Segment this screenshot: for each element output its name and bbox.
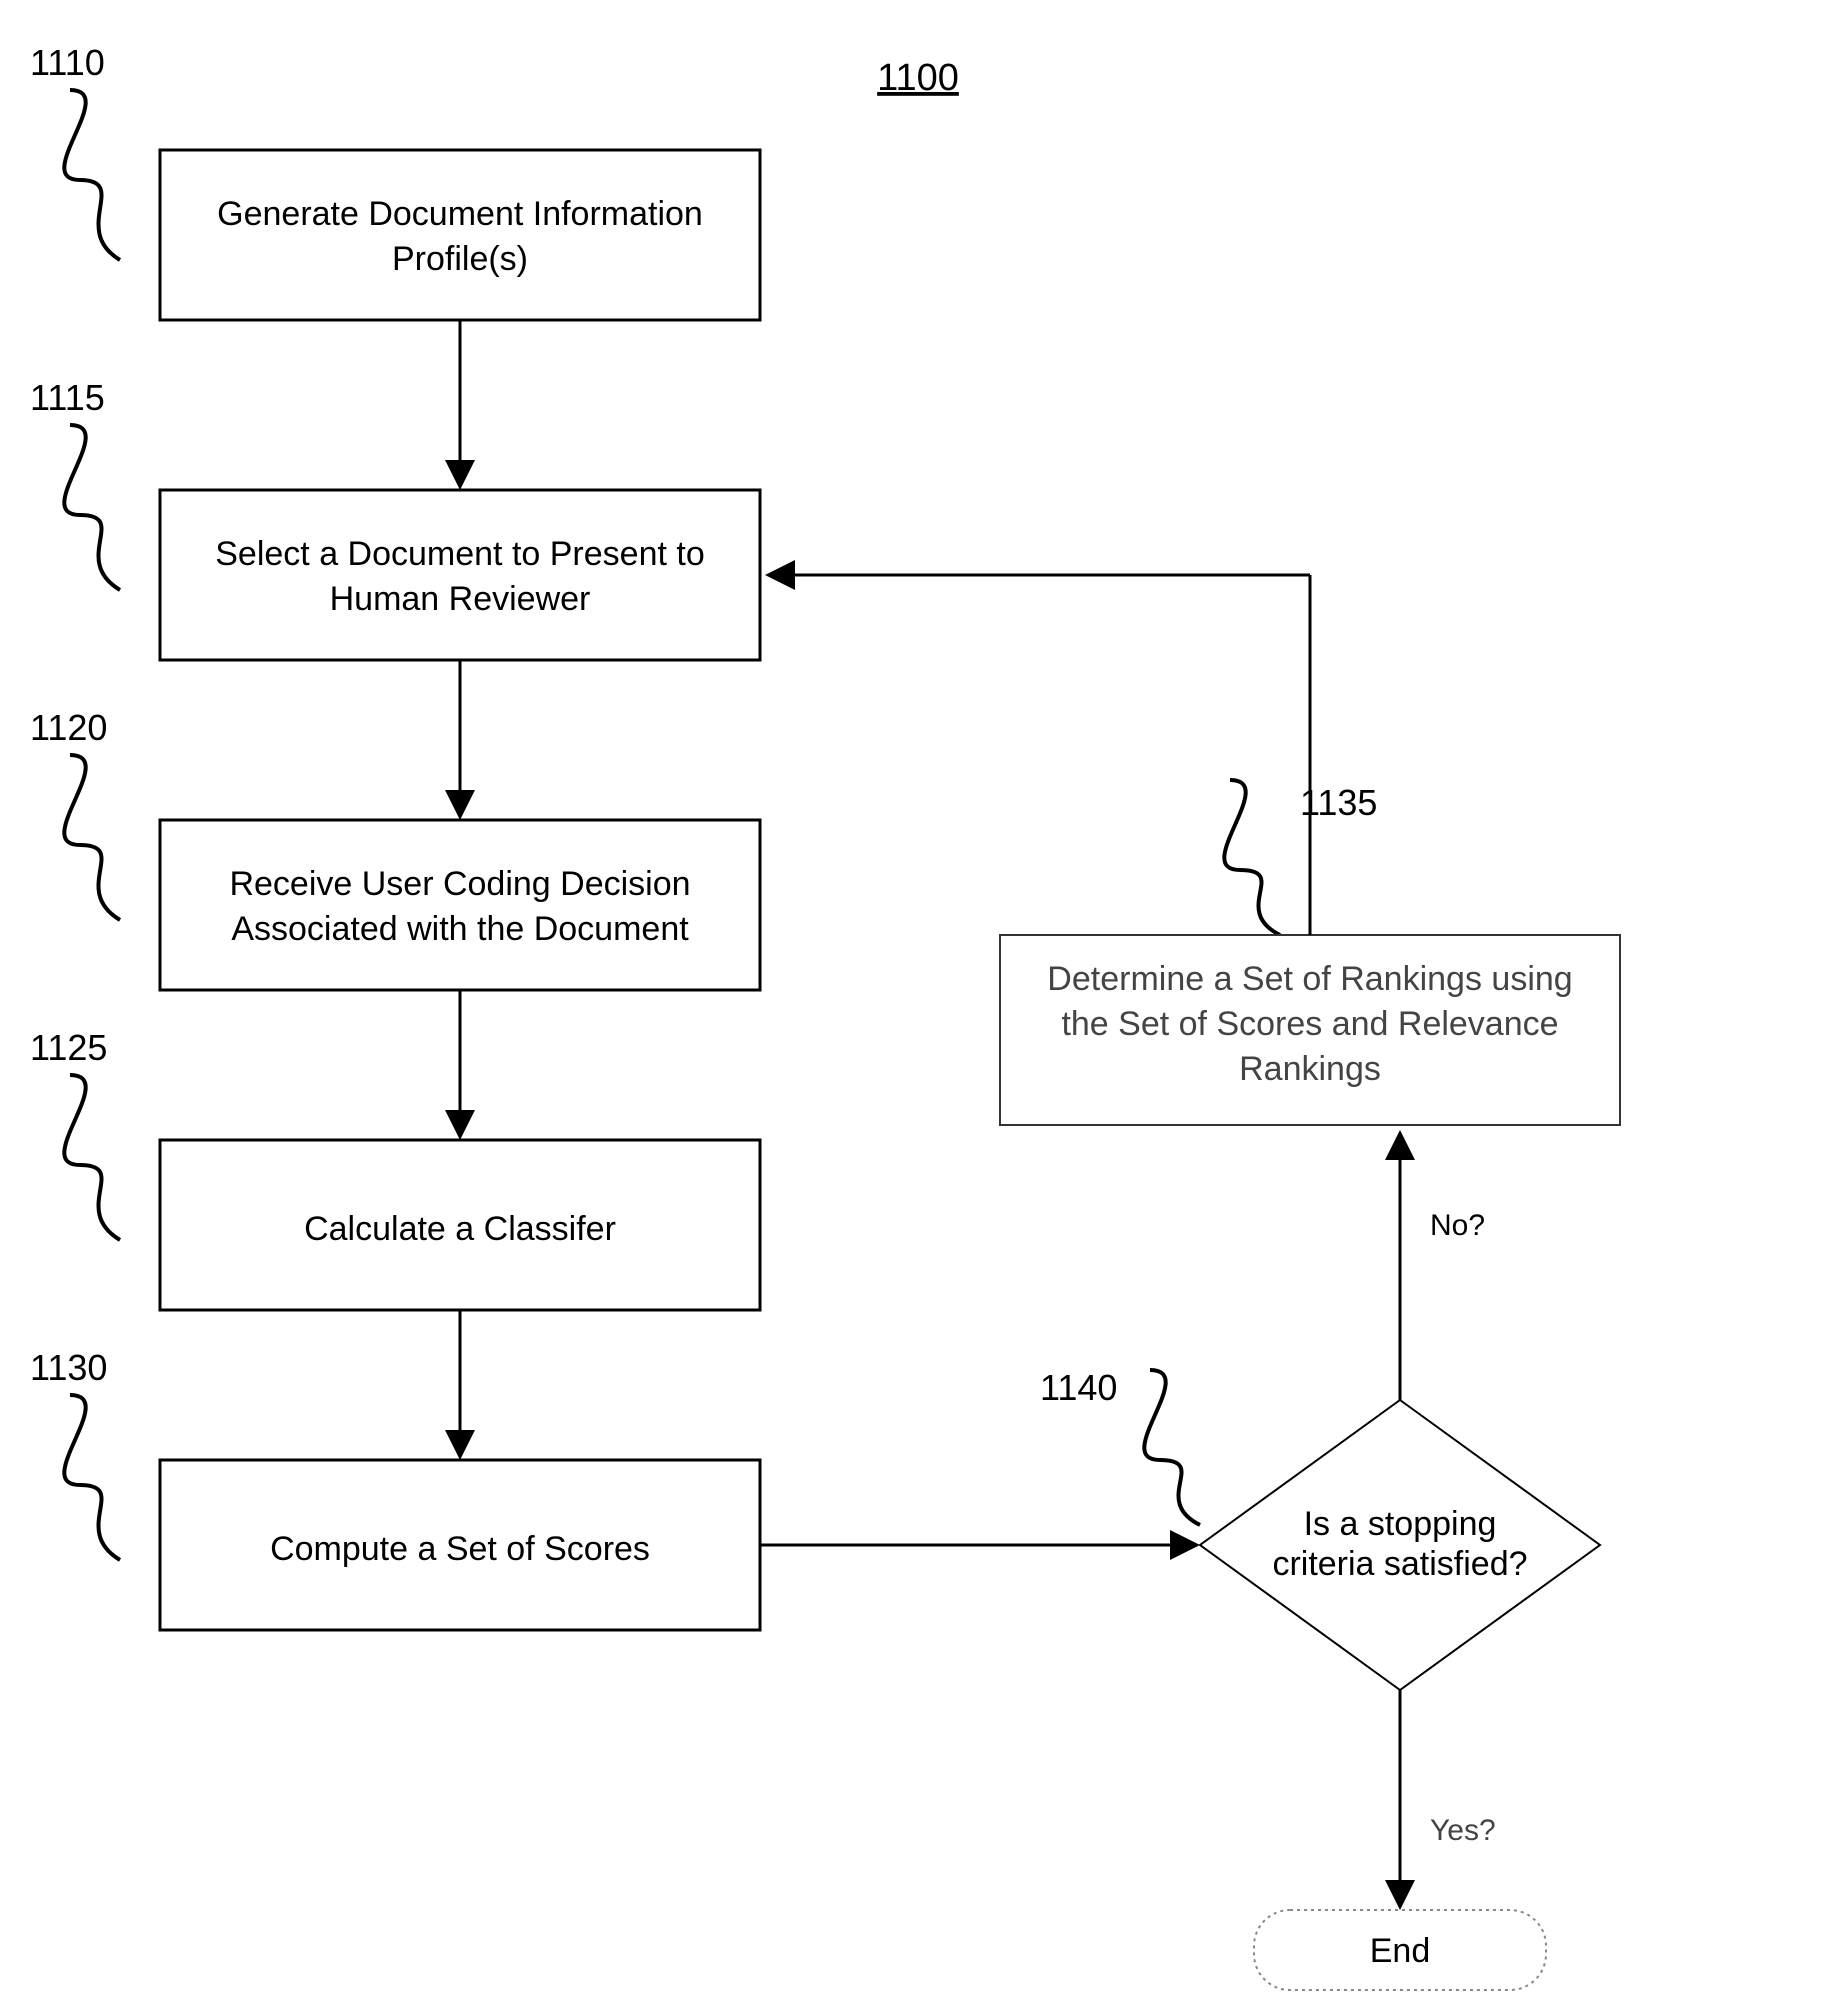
svg-text:1120: 1120: [30, 707, 107, 748]
svg-text:criteria satisfied?: criteria satisfied?: [1272, 1545, 1527, 1583]
step-generate-profile: Generate Document Information Profile(s): [160, 150, 760, 320]
svg-text:Receive User Coding Decision: Receive User Coding Decision: [229, 865, 690, 903]
svg-text:the Set of Scores and Relevanc: the Set of Scores and Relevance: [1061, 1005, 1558, 1043]
svg-text:Select a Document to Present t: Select a Document to Present to: [215, 535, 704, 573]
svg-text:Compute a Set of Scores: Compute a Set of Scores: [270, 1530, 650, 1568]
svg-text:Is a stopping: Is a stopping: [1304, 1505, 1497, 1543]
arrow-1125-1130: [445, 1310, 475, 1460]
arrow-no: No?: [1385, 1130, 1485, 1400]
flowchart: 1100 1110 1115 1120 1125 1130 Generate D…: [0, 0, 1836, 2013]
step-calculate-classifier: Calculate a Classifer: [160, 1140, 760, 1310]
arrow-yes: Yes?: [1385, 1690, 1496, 1910]
decision-stopping-criteria: Is a stopping criteria satisfied?: [1200, 1400, 1600, 1690]
ref-1130: 1130: [30, 1347, 120, 1560]
terminator-end: End: [1254, 1910, 1546, 1990]
svg-text:Determine a Set of Rankings us: Determine a Set of Rankings using: [1047, 960, 1572, 998]
svg-text:Human Reviewer: Human Reviewer: [330, 580, 591, 618]
svg-text:1110: 1110: [30, 42, 105, 83]
step-determine-rankings: Determine a Set of Rankings using the Se…: [1000, 935, 1620, 1125]
ref-1115: 1115: [30, 377, 120, 590]
ref-1135: 1135: [1224, 780, 1377, 935]
svg-text:1130: 1130: [30, 1347, 107, 1388]
svg-text:1115: 1115: [30, 377, 105, 418]
step-compute-scores: Compute a Set of Scores: [160, 1460, 760, 1630]
svg-text:Rankings: Rankings: [1239, 1050, 1381, 1088]
svg-text:Associated with the Document: Associated with the Document: [231, 910, 689, 948]
step-select-document: Select a Document to Present to Human Re…: [160, 490, 760, 660]
arrow-1115-1120: [445, 660, 475, 820]
arrow-1135-1115: [765, 560, 1310, 935]
svg-text:Generate Document Information: Generate Document Information: [217, 195, 703, 233]
ref-1125: 1125: [30, 1027, 120, 1240]
svg-text:1135: 1135: [1300, 782, 1377, 823]
svg-text:Profile(s): Profile(s): [392, 240, 528, 278]
svg-text:1125: 1125: [30, 1027, 107, 1068]
arrow-1110-1115: [445, 320, 475, 490]
step-receive-decision: Receive User Coding Decision Associated …: [160, 820, 760, 990]
ref-1110: 1110: [30, 42, 120, 260]
svg-text:Calculate a Classifer: Calculate a Classifer: [304, 1210, 616, 1248]
svg-text:1140: 1140: [1040, 1367, 1117, 1408]
svg-text:End: End: [1370, 1932, 1431, 1970]
ref-1140: 1140: [1040, 1367, 1200, 1525]
label-yes: Yes?: [1430, 1814, 1496, 1847]
label-no: No?: [1430, 1209, 1485, 1242]
arrow-1120-1125: [445, 990, 475, 1140]
figure-title: 1100: [877, 57, 959, 99]
arrow-1130-1140: [760, 1530, 1200, 1560]
ref-1120: 1120: [30, 707, 120, 920]
